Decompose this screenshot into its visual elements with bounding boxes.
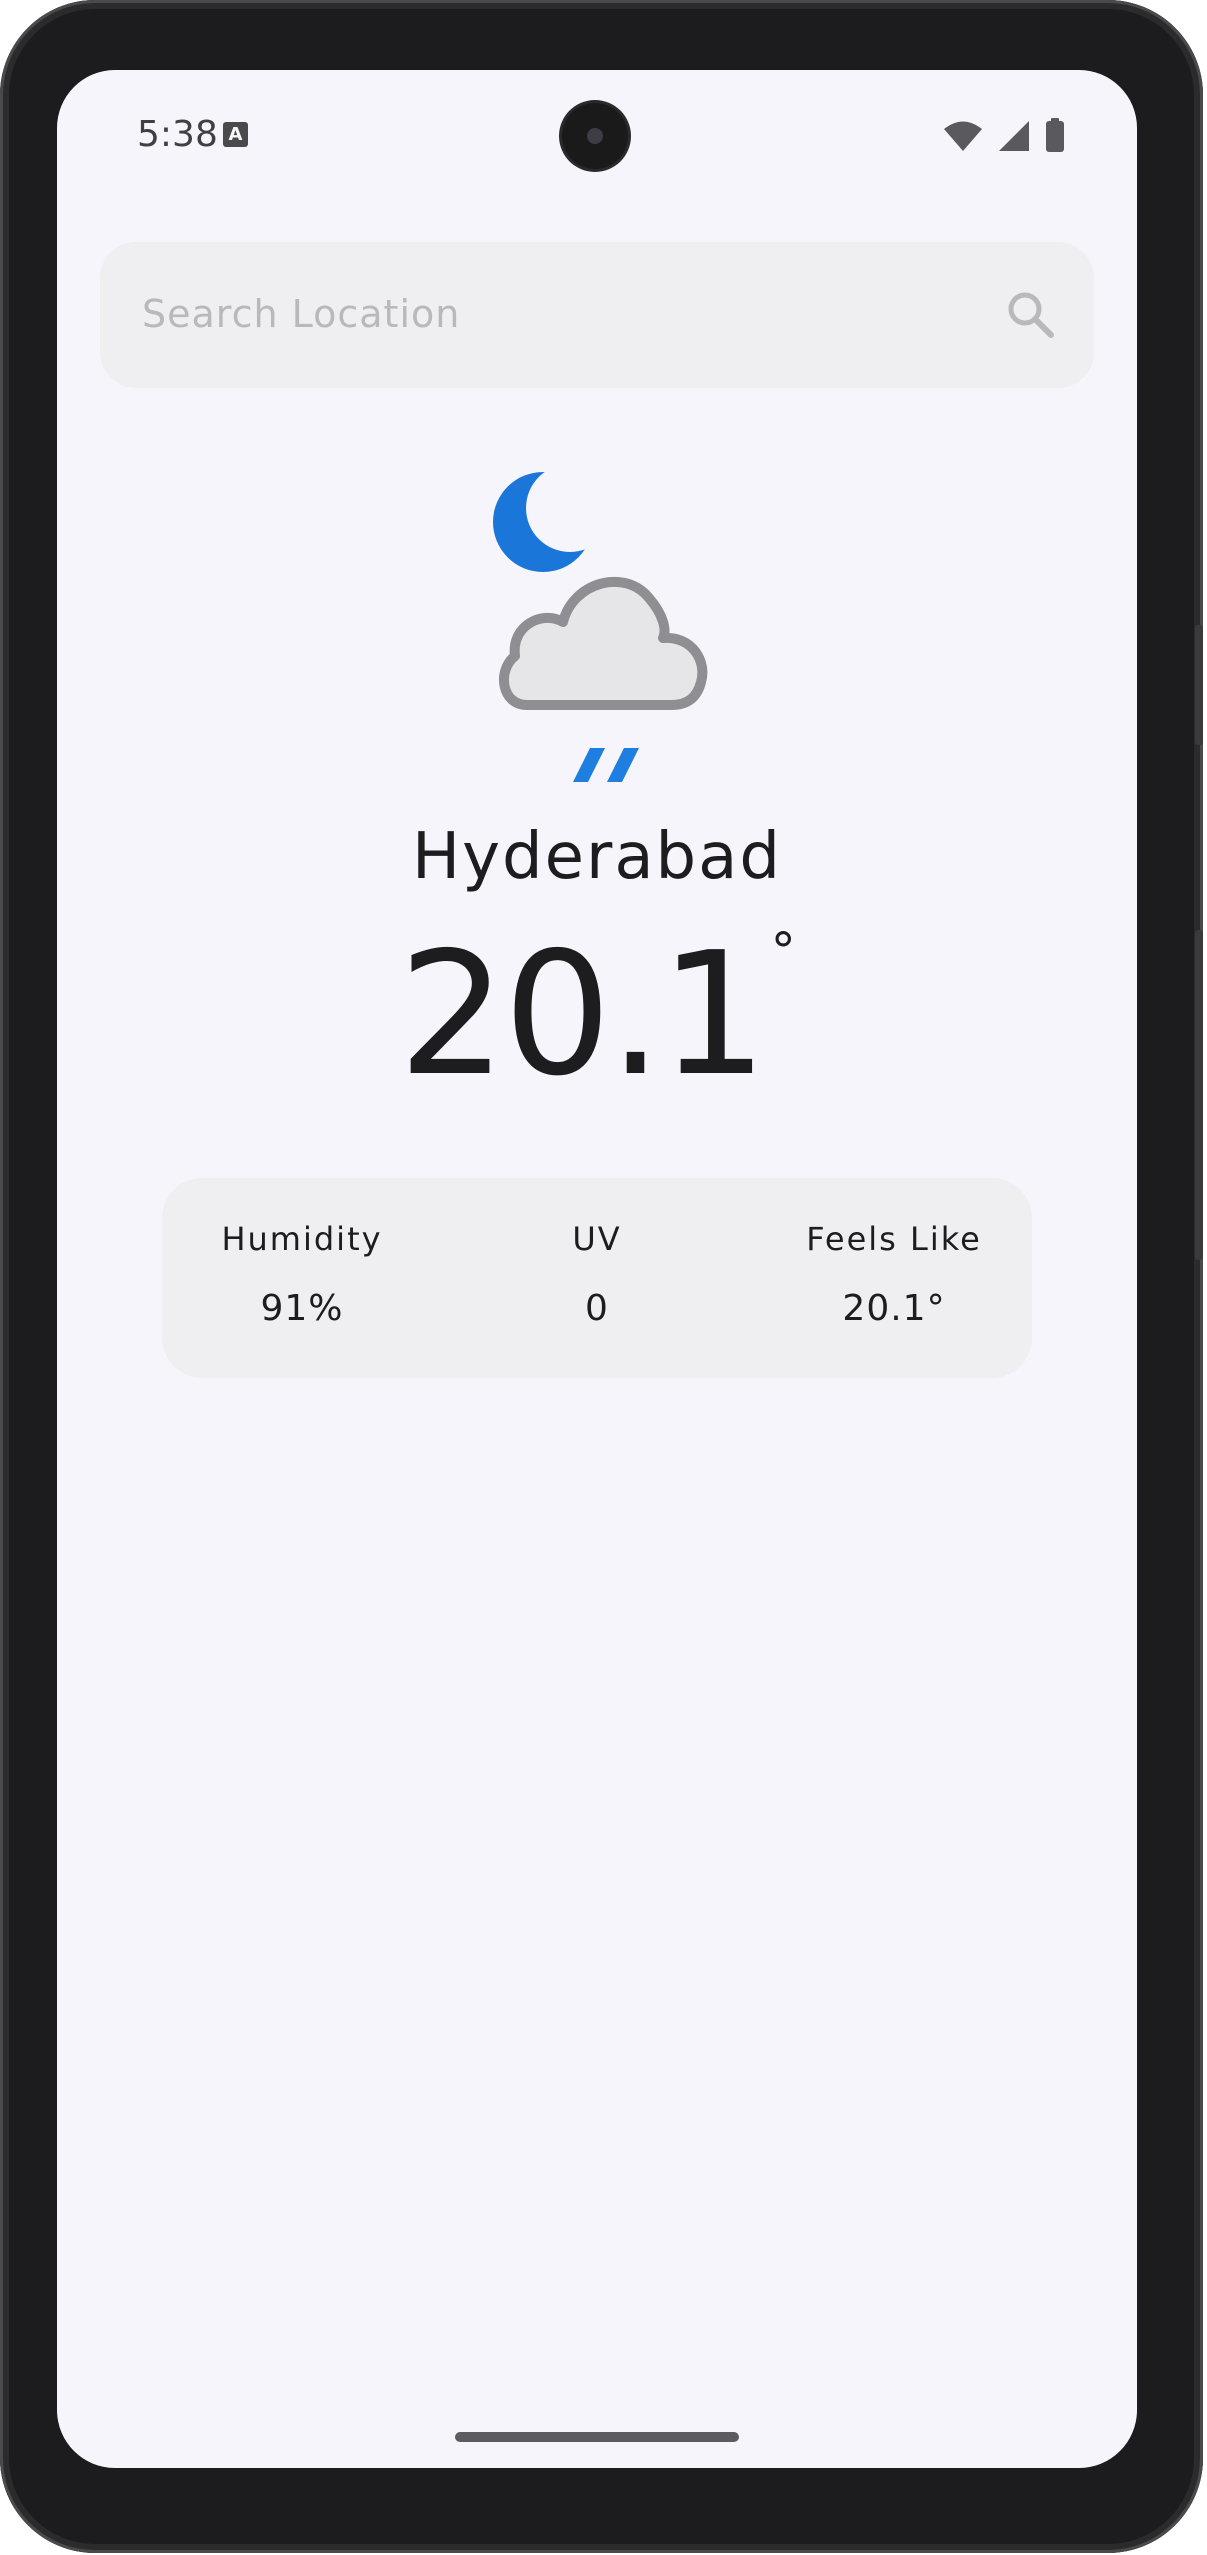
notification-icon: A — [223, 122, 248, 147]
temperature-value: 20.1 — [398, 916, 768, 1114]
phone-frame: 5:38 A Search Location Hyderabad 20.1 ° … — [0, 0, 1203, 2553]
stat-label: Feels Like — [806, 1220, 982, 1258]
stat-label: UV — [572, 1220, 622, 1258]
front-camera — [562, 103, 628, 169]
battery-icon — [1046, 118, 1064, 152]
cloud-icon — [498, 577, 708, 710]
wifi-icon — [944, 121, 982, 151]
search-icon[interactable] — [1004, 288, 1056, 340]
city-name: Hyderabad — [412, 820, 782, 894]
power-button — [1195, 625, 1203, 745]
weather-stats-card: Humidity 91% UV 0 Feels Like 20.1° — [162, 1178, 1032, 1378]
home-indicator[interactable] — [455, 2432, 739, 2442]
night-rain-icon — [493, 464, 708, 782]
search-input[interactable]: Search Location — [100, 242, 1094, 388]
status-icons — [943, 118, 1065, 152]
signal-icon — [999, 121, 1029, 151]
stat-value: 0 — [585, 1288, 609, 1329]
rain-icon — [573, 748, 639, 782]
stat-label: Humidity — [221, 1220, 383, 1258]
status-time: 5:38 — [137, 114, 218, 155]
stat-value: 20.1° — [842, 1288, 946, 1329]
moon-icon — [493, 464, 614, 572]
app-screen: 5:38 A Search Location Hyderabad 20.1 ° … — [57, 70, 1137, 2468]
volume-button — [1195, 930, 1203, 1260]
search-placeholder: Search Location — [142, 292, 461, 336]
status-bar: 5:38 A — [57, 70, 1137, 200]
stat-humidity: Humidity 91% — [182, 1220, 422, 1329]
temperature-unit: ° — [770, 922, 796, 980]
stat-uv: UV 0 — [477, 1220, 717, 1329]
stat-feels-like: Feels Like 20.1° — [774, 1220, 1014, 1329]
stat-value: 91% — [260, 1288, 344, 1329]
temperature: 20.1 ° — [57, 922, 1137, 1100]
